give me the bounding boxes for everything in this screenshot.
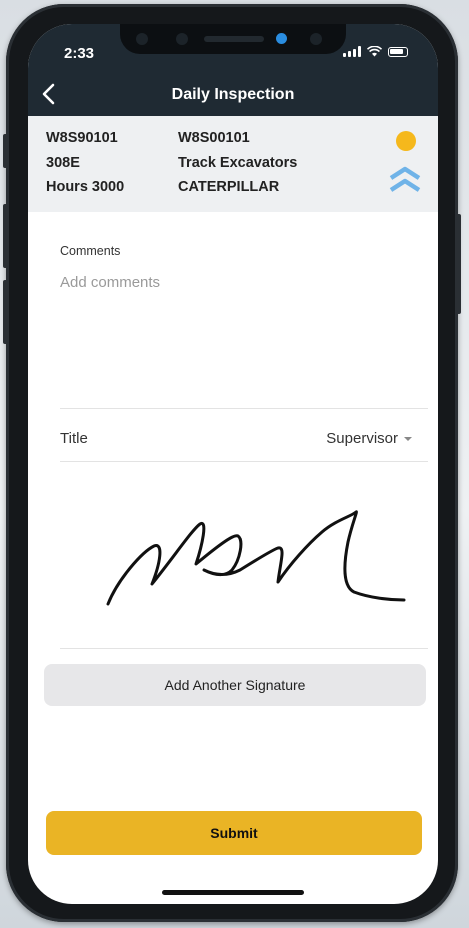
status-indicator-icon bbox=[396, 131, 416, 151]
comments-input[interactable] bbox=[60, 270, 410, 294]
volume-down-button bbox=[3, 280, 8, 344]
comments-label: Comments bbox=[60, 244, 121, 258]
front-camera-icon bbox=[310, 33, 322, 45]
equipment-info-right: W8S00101 Track Excavators CATERPILLAR bbox=[178, 126, 297, 200]
volume-up-button bbox=[3, 204, 8, 268]
signature-pad[interactable] bbox=[60, 464, 428, 644]
chevron-down-icon bbox=[404, 437, 412, 441]
priority-chevrons-icon bbox=[389, 166, 421, 192]
battery-icon bbox=[388, 46, 408, 57]
app-screen: 2:33 Daily Inspection W8S90101 308E Hour… bbox=[28, 24, 438, 904]
equipment-type: Track Excavators bbox=[178, 154, 298, 171]
title-selected-value: Supervisor bbox=[326, 430, 398, 447]
home-indicator[interactable] bbox=[162, 890, 304, 895]
equipment-info-left: W8S90101 308E Hours 3000 bbox=[46, 126, 124, 200]
camera-lens-icon bbox=[276, 33, 287, 44]
divider bbox=[60, 648, 428, 649]
wifi-icon bbox=[367, 46, 382, 57]
camera-notch bbox=[120, 24, 346, 54]
signature-stroke bbox=[106, 510, 406, 606]
title-dropdown[interactable]: Supervisor bbox=[326, 430, 412, 447]
status-time: 2:33 bbox=[64, 45, 95, 62]
sensor-icon bbox=[176, 33, 188, 45]
mute-switch bbox=[3, 134, 8, 168]
sensor-icon bbox=[136, 33, 148, 45]
divider bbox=[60, 408, 428, 409]
submit-button[interactable]: Submit bbox=[46, 811, 422, 855]
add-another-signature-button[interactable]: Add Another Signature bbox=[44, 664, 426, 706]
serial-number: W8S90101 bbox=[46, 130, 118, 146]
status-icons bbox=[343, 46, 408, 57]
asset-id: W8S00101 bbox=[178, 130, 250, 146]
power-button bbox=[456, 214, 461, 314]
equipment-summary: W8S90101 308E Hours 3000 W8S00101 Track … bbox=[28, 116, 438, 212]
phone-frame: 2:33 Daily Inspection W8S90101 308E Hour… bbox=[3, 4, 461, 922]
hours-reading: Hours 3000 bbox=[46, 179, 125, 195]
app-header: 2:33 Daily Inspection bbox=[28, 24, 438, 116]
model-number: 308E bbox=[46, 154, 80, 171]
divider bbox=[60, 461, 428, 462]
speaker-grille bbox=[204, 36, 264, 42]
equipment-make: CATERPILLAR bbox=[178, 179, 280, 195]
title-label: Title bbox=[60, 430, 88, 447]
cellular-signal-icon bbox=[343, 46, 361, 57]
page-title: Daily Inspection bbox=[171, 86, 295, 103]
